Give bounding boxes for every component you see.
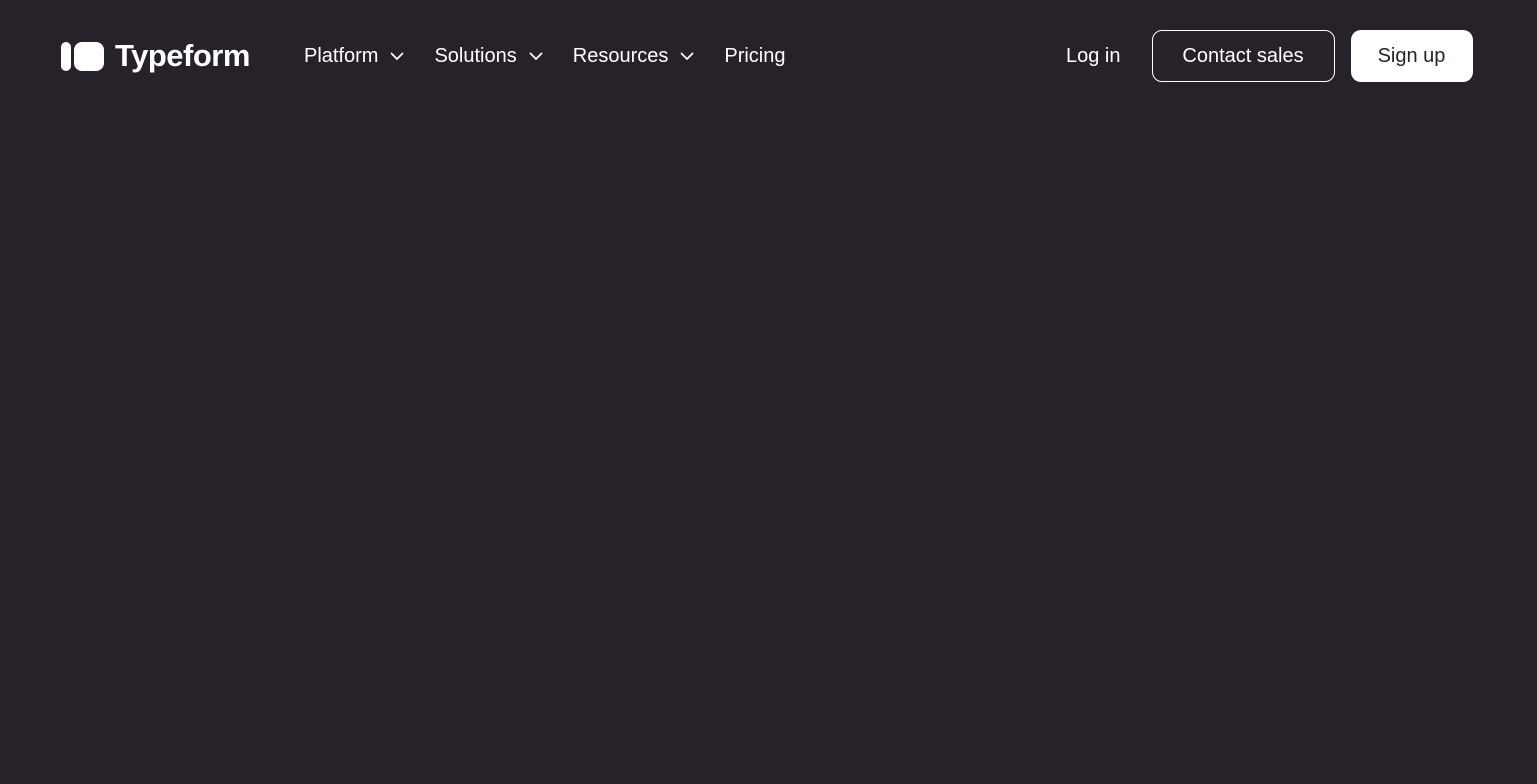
nav-item-pricing[interactable]: Pricing [724, 38, 785, 74]
brand-logo-link[interactable]: Typeform [61, 38, 250, 74]
nav-item-platform[interactable]: Platform [304, 38, 405, 74]
page: Typeform Platform Solutions Resources Pr… [0, 0, 1537, 784]
site-header: Typeform Platform Solutions Resources Pr… [0, 0, 1537, 112]
main-content [0, 112, 1537, 784]
nav-item-label: Pricing [724, 44, 786, 67]
brand-name: Typeform [115, 38, 250, 73]
chevron-down-icon [389, 48, 405, 64]
nav-item-label: Solutions [434, 44, 517, 67]
header-actions: Log in Contact sales Sign up [1066, 30, 1473, 82]
chevron-down-icon [528, 48, 544, 64]
nav-item-solutions[interactable]: Solutions [434, 38, 543, 74]
main-nav: Platform Solutions Resources Pricing [304, 38, 786, 74]
nav-item-resources[interactable]: Resources [573, 38, 696, 74]
nav-item-label: Resources [572, 44, 669, 67]
sign-up-button[interactable]: Sign up [1350, 30, 1473, 82]
typeform-logo-icon [61, 40, 105, 72]
contact-sales-button[interactable]: Contact sales [1151, 30, 1335, 82]
login-link[interactable]: Log in [1066, 45, 1121, 68]
nav-item-label: Platform [304, 44, 379, 67]
chevron-down-icon [679, 48, 695, 64]
